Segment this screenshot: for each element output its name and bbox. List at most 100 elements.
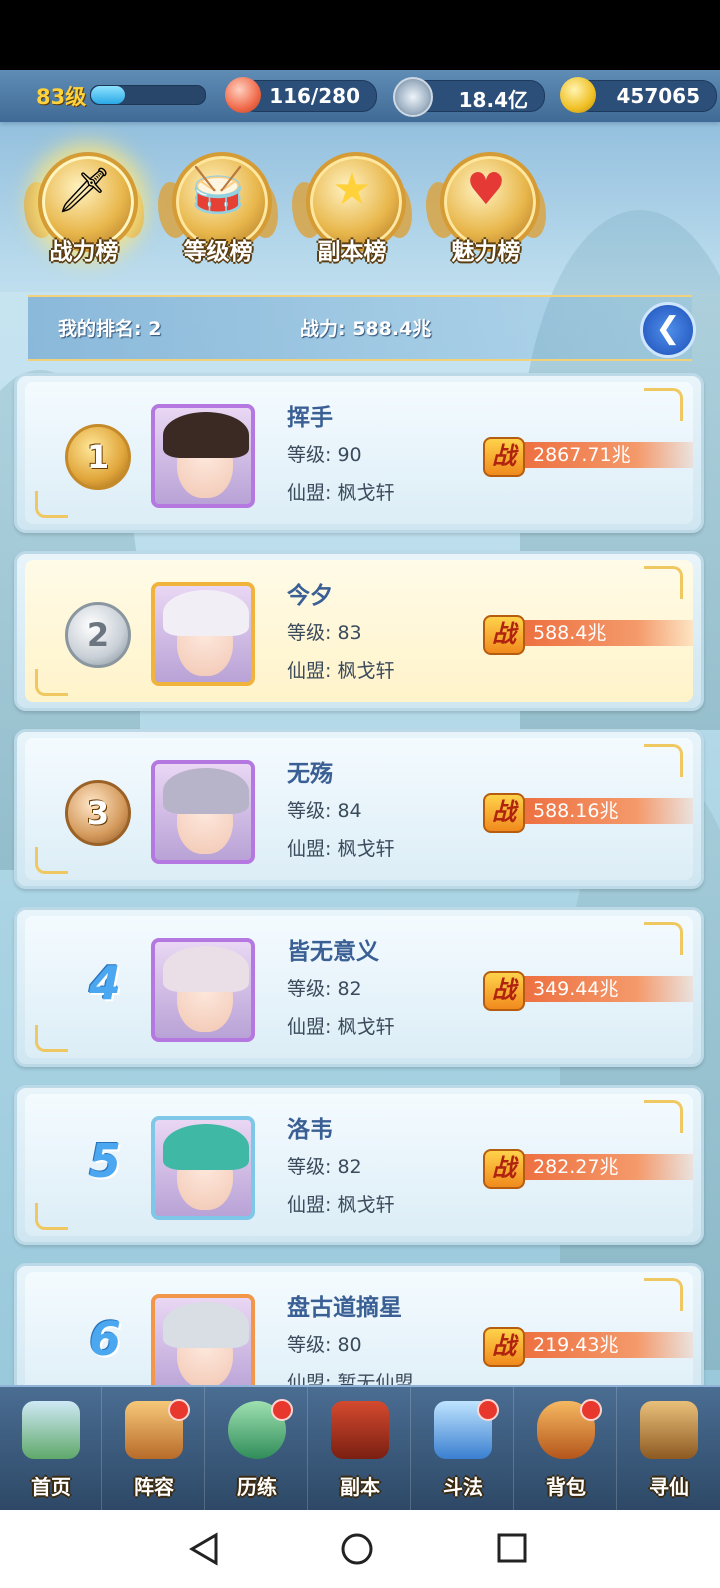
power-badge-icon: 战	[483, 615, 525, 655]
gold-value: 457065	[616, 84, 701, 108]
stamina-display[interactable]: 116/280	[225, 77, 377, 113]
nav-label: 历练	[237, 1475, 277, 1499]
power-badge-icon: 战	[483, 971, 525, 1011]
coins-display[interactable]: 18.4亿	[393, 77, 545, 117]
player-name: 今夕	[287, 583, 333, 609]
tab-label: 战力榜	[49, 239, 119, 265]
nav-label: 副本	[340, 1475, 380, 1499]
nav-arena[interactable]: 斗法	[412, 1387, 514, 1510]
avatar	[151, 1116, 255, 1220]
notification-dot	[168, 1399, 190, 1421]
exp-bar	[90, 85, 206, 105]
notification-dot	[580, 1399, 602, 1421]
nav-label: 寻仙	[649, 1475, 689, 1499]
player-level-text: 等级: 80	[287, 1334, 362, 1356]
avatar-hair	[163, 590, 249, 636]
copper-coin-icon	[393, 77, 433, 117]
power-display: 战 588.4兆	[483, 615, 703, 655]
power-display: 战 219.43兆	[483, 1327, 703, 1367]
tab-label: 副本榜	[317, 239, 387, 265]
home-island-icon	[22, 1401, 80, 1459]
nav-seek-immortal[interactable]: 寻仙	[618, 1387, 720, 1510]
rank-number: 4	[88, 956, 121, 1010]
corner-ornament	[35, 1203, 68, 1230]
tab-dungeon-ranking[interactable]: ★ 副本榜	[292, 152, 412, 272]
player-level-text: 等级: 83	[287, 622, 362, 644]
rank-row-3[interactable]: 3 无殇 等级: 84 仙盟: 枫戈轩 战 588.16兆	[14, 729, 704, 889]
row-panel: 1 挥手 等级: 90 仙盟: 枫戈轩 战 2867.71兆	[25, 382, 693, 524]
corner-ornament	[644, 1278, 683, 1311]
power-value: 282.27兆	[533, 1156, 619, 1178]
row-panel: 2 今夕 等级: 83 仙盟: 枫戈轩 战 588.4兆	[25, 560, 693, 702]
power-value: 588.16兆	[533, 800, 619, 822]
player-name: 皆无意义	[287, 939, 379, 965]
drum-symbol: 🥁	[190, 165, 246, 216]
player-level-text: 等级: 82	[287, 978, 362, 1000]
corner-ornament	[35, 847, 68, 874]
silver-medal-icon: 2	[65, 602, 131, 668]
corner-ornament	[644, 566, 683, 599]
power-value: 2867.71兆	[533, 444, 631, 466]
player-name: 洛韦	[287, 1117, 333, 1143]
avatar-hair	[163, 412, 249, 458]
power-value: 349.44兆	[533, 978, 619, 1000]
nav-home[interactable]: 首页	[0, 1387, 102, 1510]
ranking-tabs: 🗡 战力榜 🥁 等级榜 ★ 副本榜 ♥ 魅力榜	[0, 122, 720, 292]
corner-ornament	[35, 1025, 68, 1052]
rank-row-2[interactable]: 2 今夕 等级: 83 仙盟: 枫戈轩 战 588.4兆	[14, 551, 704, 711]
power-value: 219.43兆	[533, 1334, 619, 1356]
nav-dungeon[interactable]: 副本	[309, 1387, 411, 1510]
coins-value: 18.4亿	[458, 88, 528, 112]
notification-dot	[477, 1399, 499, 1421]
avatar	[151, 404, 255, 508]
player-name: 挥手	[287, 405, 333, 431]
rank-row-4[interactable]: 4 皆无意义 等级: 82 仙盟: 枫戈轩 战 349.44兆	[14, 907, 704, 1067]
nav-label: 斗法	[443, 1475, 483, 1499]
rank-row-5[interactable]: 5 洛韦 等级: 82 仙盟: 枫戈轩 战 282.27兆	[14, 1085, 704, 1245]
power-badge-icon: 战	[483, 1149, 525, 1189]
status-bar	[0, 0, 720, 70]
nav-lineup[interactable]: 阵容	[103, 1387, 205, 1510]
rank-number: 6	[88, 1312, 121, 1366]
player-guild: 仙盟: 枫戈轩	[287, 482, 395, 504]
row-panel: 5 洛韦 等级: 82 仙盟: 枫戈轩 战 282.27兆	[25, 1094, 693, 1236]
tab-charm-ranking[interactable]: ♥ 魅力榜	[426, 152, 546, 272]
player-guild: 仙盟: 枫戈轩	[287, 660, 395, 682]
resource-bar: 83级 116/280 18.4亿 457065	[0, 70, 720, 122]
bronze-medal-icon: 3	[65, 780, 131, 846]
corner-ornament	[644, 388, 683, 421]
tab-level-ranking[interactable]: 🥁 等级榜	[158, 152, 278, 272]
player-name: 盘古道摘星	[287, 1295, 402, 1321]
sword-symbol: 🗡	[56, 165, 112, 216]
player-level: 83级	[36, 85, 87, 109]
scroll-icon	[640, 1401, 698, 1459]
player-level-text: 等级: 90	[287, 444, 362, 466]
avatar	[151, 1294, 255, 1398]
recents-square-icon[interactable]	[496, 1532, 528, 1564]
nav-training[interactable]: 历练	[206, 1387, 308, 1510]
back-arrow-icon[interactable]: ❮	[640, 302, 696, 358]
nav-bag[interactable]: 背包	[515, 1387, 617, 1510]
row-panel: 4 皆无意义 等级: 82 仙盟: 枫戈轩 战 349.44兆	[25, 916, 693, 1058]
rank-number: 5	[88, 1134, 121, 1188]
nav-label: 背包	[546, 1475, 586, 1499]
avatar-hair	[163, 1124, 249, 1170]
notification-dot	[271, 1399, 293, 1421]
back-triangle-icon[interactable]	[188, 1532, 222, 1566]
gold-display[interactable]: 457065	[560, 77, 717, 113]
nav-label: 首页	[31, 1475, 71, 1499]
player-level-text: 等级: 82	[287, 1156, 362, 1178]
corner-ornament	[644, 1100, 683, 1133]
avatar-hair	[163, 946, 249, 992]
player-level-text: 等级: 84	[287, 800, 362, 822]
exp-bar-fill	[91, 86, 126, 104]
tab-power-ranking[interactable]: 🗡 战力榜	[24, 152, 144, 272]
corner-ornament	[35, 491, 68, 518]
star-symbol: ★	[332, 164, 372, 215]
corner-ornament	[644, 744, 683, 777]
home-circle-icon[interactable]	[340, 1532, 374, 1566]
row-panel: 3 无殇 等级: 84 仙盟: 枫戈轩 战 588.16兆	[25, 738, 693, 880]
rank-row-1[interactable]: 1 挥手 等级: 90 仙盟: 枫戈轩 战 2867.71兆	[14, 373, 704, 533]
tab-label: 等级榜	[183, 239, 253, 265]
player-guild: 仙盟: 枫戈轩	[287, 1016, 395, 1038]
